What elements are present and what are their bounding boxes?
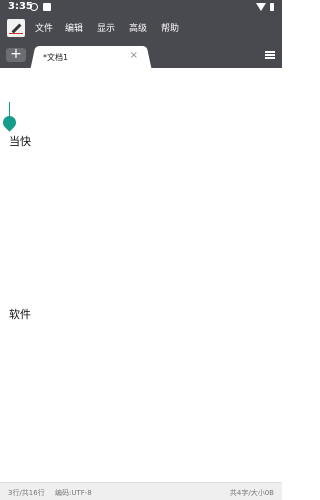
text-editor[interactable]: 当快 软件 — [0, 68, 282, 482]
notification-icon — [43, 3, 51, 11]
menu-view[interactable]: 显示 — [97, 23, 115, 35]
menu-edit[interactable]: 编辑 — [65, 23, 83, 35]
menu-bar: 文件 编辑 显示 高级 帮助 — [0, 16, 282, 42]
line-position: 3行/共16行 — [8, 489, 45, 497]
tab-bar: + *文档1 × — [0, 42, 282, 68]
close-icon[interactable]: × — [130, 50, 138, 61]
editor-line: 当快 — [9, 135, 31, 148]
menu-help[interactable]: 帮助 — [161, 23, 179, 35]
encoding: 编码:UTF-8 — [55, 489, 92, 497]
editor-line: 软件 — [9, 308, 31, 321]
status-bar: 3:35 — [0, 0, 282, 16]
battery-icon — [270, 3, 274, 11]
tab-list-icon[interactable] — [265, 51, 275, 59]
cursor-handle[interactable] — [0, 113, 19, 132]
wifi-icon — [256, 3, 266, 11]
status-footer: 3行/共16行 编码:UTF-8 共4字/大小0B — [0, 482, 282, 500]
tab-document-1[interactable]: *文档1 × — [38, 46, 144, 68]
menu-file[interactable]: 文件 — [35, 23, 53, 35]
app-logo-icon — [7, 19, 25, 37]
tab-label: *文档1 — [43, 53, 69, 62]
alert-icon — [30, 3, 38, 11]
add-tab-button[interactable]: + — [6, 47, 26, 62]
menu-advanced[interactable]: 高级 — [129, 23, 147, 35]
document-stats: 共4字/大小0B — [229, 489, 274, 497]
